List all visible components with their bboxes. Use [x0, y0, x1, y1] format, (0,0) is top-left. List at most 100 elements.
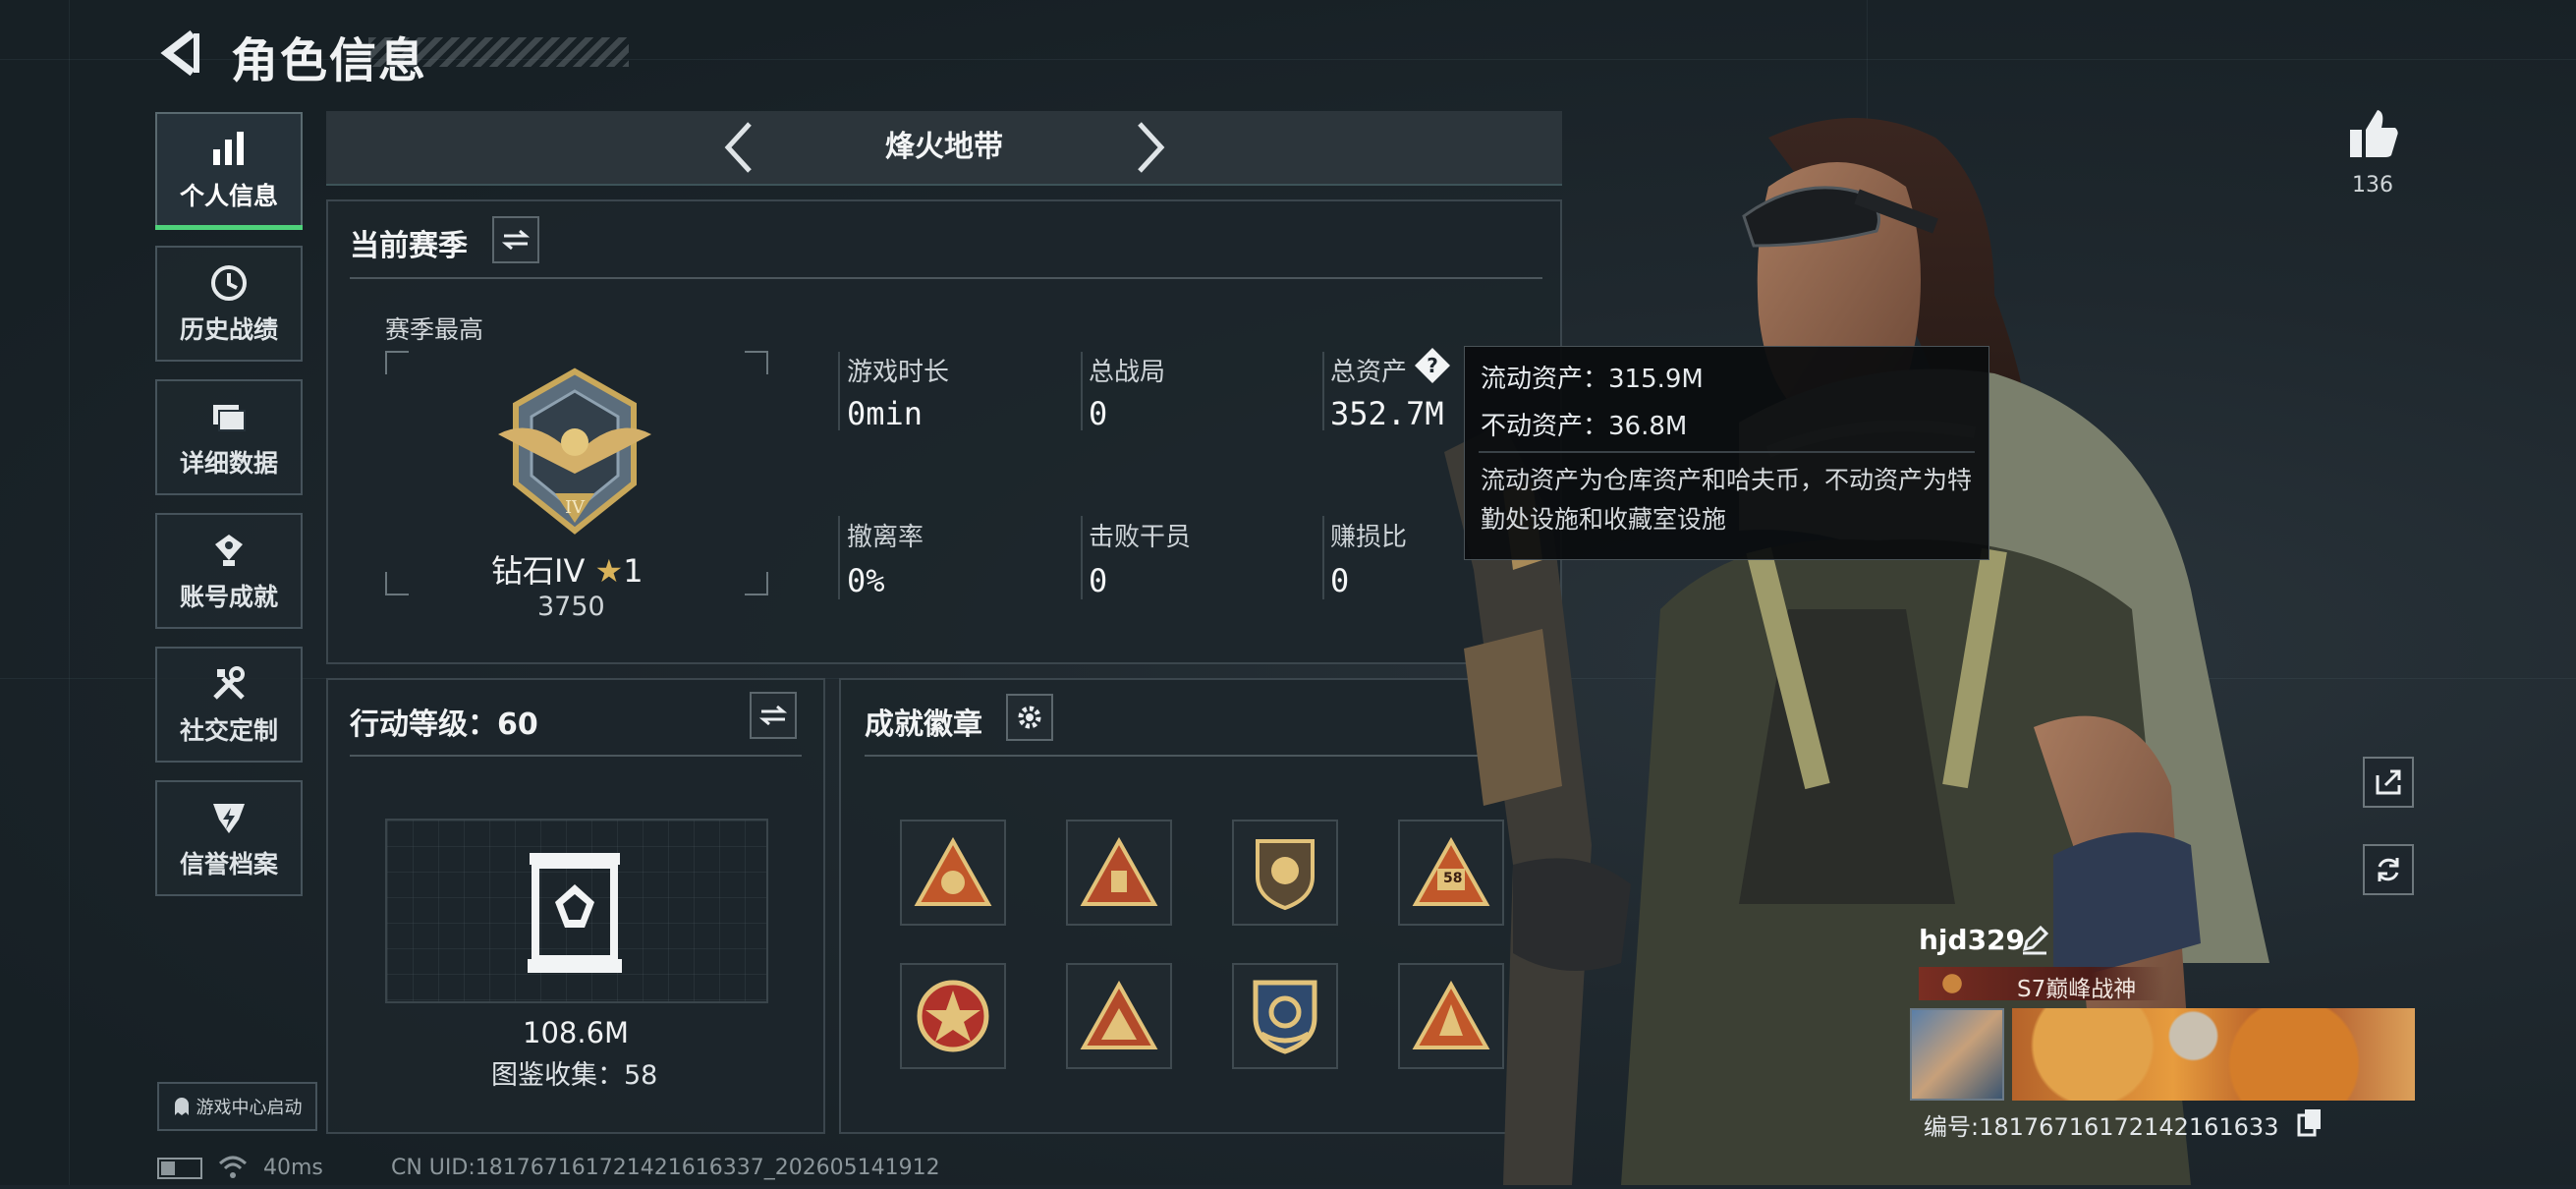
badge-slot[interactable] — [1232, 820, 1338, 926]
copy-icon — [2297, 1109, 2321, 1137]
nav-item-label: 社交定制 — [179, 716, 278, 745]
shield-badge-icon — [1256, 839, 1315, 911]
divider — [1479, 451, 1975, 453]
stat-label-extraction-rate: 撤离率 — [847, 523, 924, 552]
nav-item-details[interactable]: 详细数据 — [155, 379, 303, 495]
gear-icon — [1018, 706, 1041, 729]
folder-icon — [207, 395, 251, 438]
collection-count: 图鉴收集：58 — [491, 1060, 658, 1091]
wifi-icon — [218, 1154, 248, 1181]
refresh-button[interactable] — [2363, 844, 2414, 895]
mode-title: 烽火地带 — [885, 130, 1003, 164]
divider — [838, 516, 840, 599]
like-button[interactable] — [2346, 106, 2401, 161]
active-indicator — [155, 225, 303, 230]
badges-settings-button[interactable] — [1006, 694, 1053, 741]
badge-slot[interactable] — [1066, 963, 1172, 1069]
badge-slot[interactable] — [1066, 820, 1172, 926]
refresh-icon — [2378, 858, 2399, 881]
stat-value-total-matches: 0 — [1089, 395, 1108, 432]
nav-item-label: 历史战绩 — [179, 315, 278, 344]
frame-corner — [385, 351, 409, 374]
star-icon: ★ — [594, 552, 624, 590]
badges-title: 成就徽章 — [865, 708, 982, 742]
frame-corner — [745, 351, 768, 374]
ping-value: 40ms — [263, 1156, 323, 1180]
badge-slot[interactable] — [1232, 963, 1338, 1069]
tooltip-fixed-assets: 不动资产：36.8M — [1481, 412, 1688, 441]
season-title: 当前赛季 — [350, 229, 468, 263]
frame-corner — [385, 572, 409, 595]
game-center-button[interactable]: 游戏中心启动 — [157, 1082, 317, 1131]
switch-icon — [502, 229, 530, 251]
share-icon — [2376, 769, 2401, 795]
season-switch-button[interactable] — [492, 216, 539, 263]
title-emblem-icon — [1932, 971, 1972, 996]
nav-item-social[interactable]: 社交定制 — [155, 647, 303, 763]
badge-slot[interactable] — [900, 820, 1006, 926]
achievement-icon — [207, 529, 251, 572]
stat-label-operators-defeated: 击败干员 — [1089, 523, 1192, 552]
bar-chart-icon — [207, 128, 251, 171]
grid-line — [69, 0, 70, 1185]
rank-name: 钻石IV — [491, 552, 586, 590]
rank-stars: 1 — [623, 552, 644, 590]
badge-slot[interactable] — [900, 963, 1006, 1069]
battery-icon — [157, 1158, 202, 1179]
rank-score: 3750 — [537, 592, 605, 622]
divider — [865, 755, 1542, 757]
stat-value-playtime: 0min — [847, 395, 924, 432]
divider — [1081, 352, 1083, 430]
chevron-right-icon — [1138, 122, 1165, 173]
copy-uid-button[interactable] — [2297, 1107, 2323, 1137]
tooltip-liquid-assets: 流动资产：315.9M — [1481, 365, 1704, 394]
page-title: 角色信息 — [231, 33, 428, 88]
divider — [838, 352, 840, 430]
like-count: 136 — [2352, 173, 2393, 198]
back-arrow-icon — [160, 29, 199, 77]
thumbs-up-icon — [2350, 110, 2398, 157]
ghost-icon — [174, 1098, 189, 1115]
player-title-text: S7巅峰战神 — [2017, 977, 2137, 1002]
nav-item-credit[interactable]: 信誉档案 — [155, 780, 303, 896]
level-title: 行动等级：60 — [350, 708, 538, 742]
tools-icon — [207, 662, 251, 706]
collection-case-icon — [526, 849, 624, 977]
stat-value-total-assets: 352.7M — [1330, 395, 1444, 432]
back-button[interactable] — [157, 28, 206, 79]
player-banner — [2012, 1008, 2415, 1101]
nav-item-label: 个人信息 — [179, 182, 278, 210]
stat-label-total-matches: 总战局 — [1089, 358, 1166, 387]
player-name: hjd329 — [1919, 924, 2026, 956]
tooltip-note: 流动资产为仓库资产和哈夫币，不动资产为特勤处设施和收藏室设施 — [1481, 466, 1973, 534]
divider — [350, 755, 802, 757]
divider — [1322, 352, 1324, 430]
nav-item-achievements[interactable]: 账号成就 — [155, 513, 303, 629]
edit-name-button[interactable] — [2019, 924, 2050, 955]
nav-item-history[interactable]: 历史战绩 — [155, 246, 303, 362]
share-button[interactable] — [2363, 757, 2414, 808]
mode-prev-button[interactable] — [720, 120, 759, 175]
nav-item-label: 信誉档案 — [179, 850, 278, 878]
player-title-tag: S7巅峰战神 — [1919, 967, 2164, 1002]
pencil-icon — [2022, 925, 2049, 955]
level-switch-button[interactable] — [750, 692, 797, 739]
player-avatar[interactable] — [1910, 1008, 2004, 1101]
stat-label-playtime: 游戏时长 — [847, 358, 950, 387]
player-uid: 编号:18176716172142161633 — [1924, 1107, 2278, 1142]
rank-line: 钻石IV ★1 — [491, 546, 644, 592]
rank-emblem-icon: IV — [486, 366, 663, 542]
mode-next-button[interactable] — [1130, 120, 1169, 175]
shield-icon — [207, 796, 251, 839]
stat-value-extraction-rate: 0% — [847, 562, 885, 599]
frame-corner — [745, 572, 768, 595]
game-center-label: 游戏中心启动 — [196, 1098, 303, 1118]
divider — [1322, 516, 1324, 599]
season-best-label: 赛季最高 — [385, 315, 484, 344]
nav-item-label: 详细数据 — [179, 449, 278, 478]
stat-label-profit-ratio: 赚损比 — [1330, 523, 1408, 552]
assets-tooltip: 流动资产：315.9M 不动资产：36.8M 流动资产为仓库资产和哈夫币，不动资… — [1464, 346, 1989, 560]
triangle-badge-icon — [914, 837, 992, 906]
nav-item-personal-info[interactable]: 个人信息 — [155, 112, 303, 228]
triangle-badge-icon — [1080, 837, 1158, 906]
